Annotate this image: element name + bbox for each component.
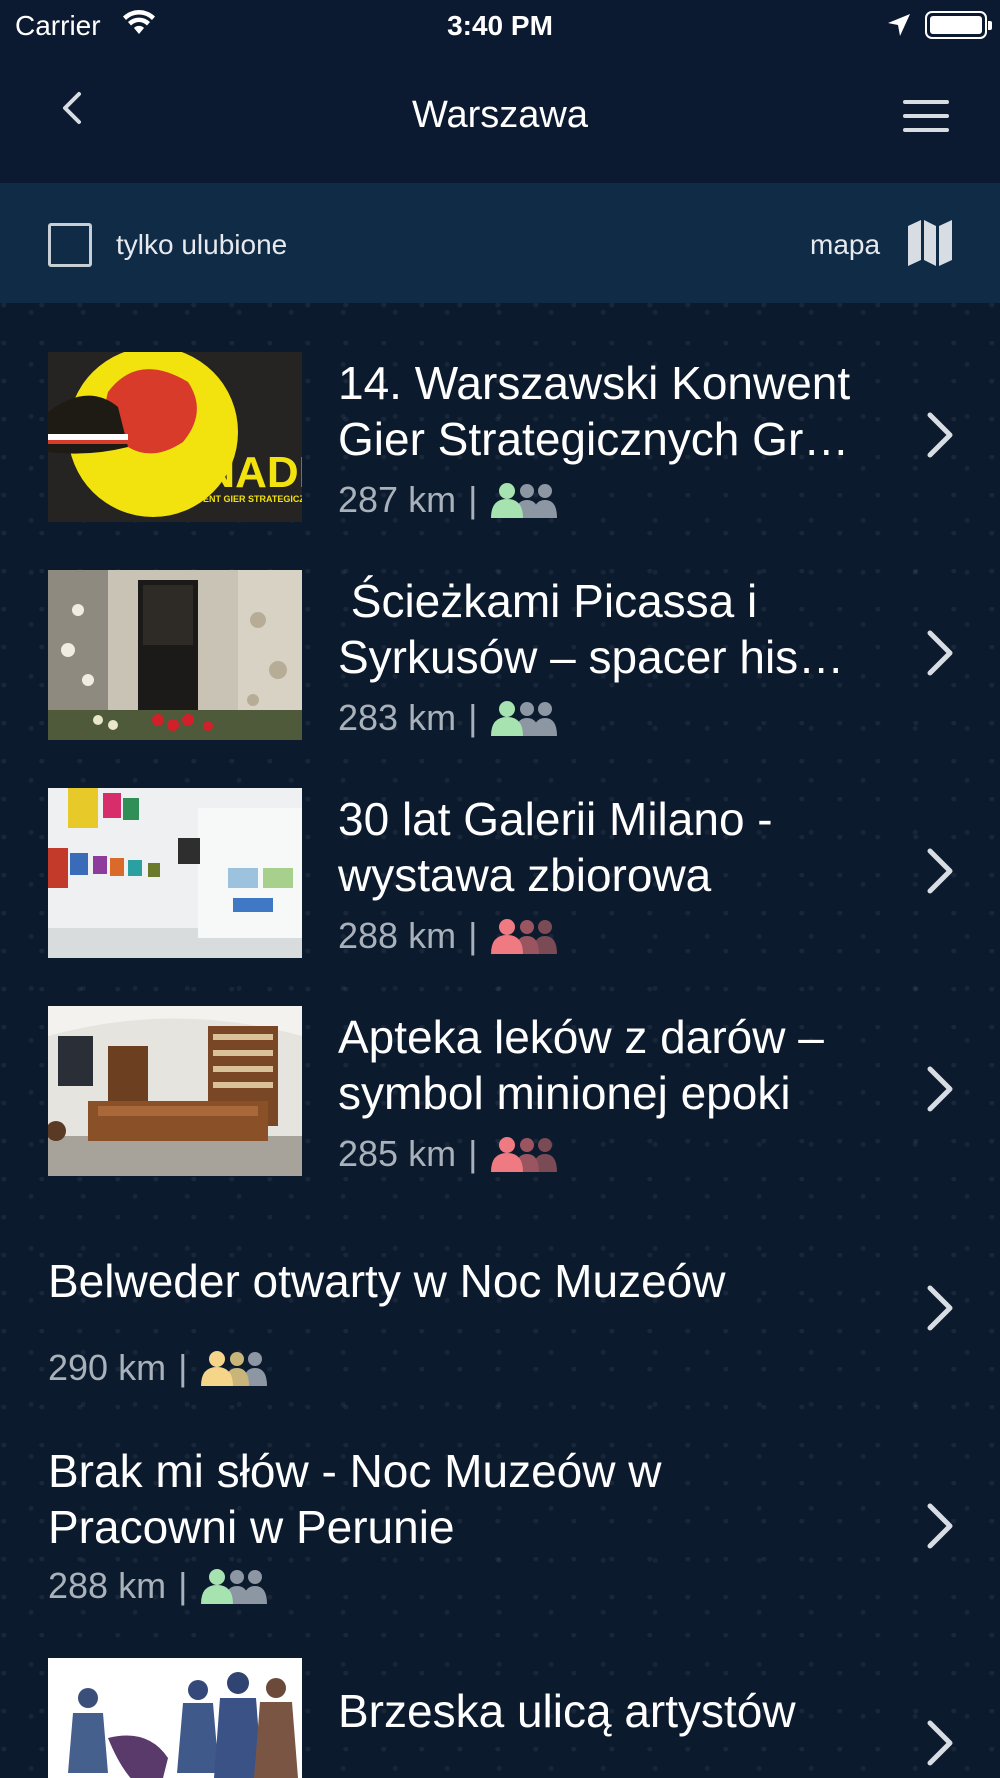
gallery-interior-photo: [48, 788, 302, 958]
event-meta: 283 km |: [338, 697, 565, 739]
grenadier-logo: GRENADIER WARSZAWSKI KONWENT GIER STRATE…: [48, 352, 302, 522]
event-title: Brak mi słów - Noc Muzeów w Pracowni w P…: [48, 1443, 908, 1555]
favorites-label[interactable]: tylko ulubione: [116, 229, 287, 261]
chevron-right-icon: [927, 1503, 953, 1549]
hamburger-menu-icon[interactable]: [903, 100, 949, 132]
list-item[interactable]: Brak mi słów - Noc Muzeów w Pracowni w P…: [0, 1393, 1000, 1608]
event-title-line1: 14. Warszawski Konwent: [338, 357, 851, 409]
page-title: Warszawa: [412, 94, 588, 136]
list-item[interactable]: Brzeska ulicą artystów: [0, 1611, 1000, 1778]
separator: |: [468, 915, 478, 956]
separator: |: [178, 1347, 188, 1388]
list-item[interactable]: Ścieżkami Picassa i Syrkusów – spacer hi…: [0, 521, 1000, 740]
chevron-right-icon: [927, 1720, 953, 1766]
pharmacy-interior-photo: [48, 1006, 302, 1176]
list-item[interactable]: Belweder otwarty w Noc Muzeów 290 km |: [0, 1175, 1000, 1390]
navigation-bar: Warszawa: [0, 50, 1000, 183]
event-title-line2: wystawa zbiorowa: [338, 849, 712, 901]
event-meta: 288 km |: [338, 915, 565, 957]
event-meta: 285 km |: [338, 1133, 565, 1175]
chevron-right-icon: [927, 1285, 953, 1331]
list-item[interactable]: Apteka leków z darów – symbol minionej e…: [0, 957, 1000, 1176]
event-title-line1: Brak mi słów - Noc Muzeów w: [48, 1445, 662, 1497]
sculptures-photo: [48, 1658, 302, 1778]
event-title-line1: Ścieżkami Picassa i: [338, 575, 758, 627]
audience-group-icon: [491, 919, 558, 954]
event-list: GRENADIER WARSZAWSKI KONWENT GIER STRATE…: [0, 303, 1000, 1778]
event-thumbnail: [48, 570, 302, 740]
logo-text: GRENADIER: [108, 448, 302, 497]
event-meta: 288 km |: [48, 1565, 275, 1607]
building-entrance-photo: [48, 570, 302, 740]
event-title-line1: Belweder otwarty w Noc Muzeów: [48, 1255, 726, 1307]
location-arrow-icon: [888, 14, 910, 36]
event-title: Ścieżkami Picassa i Syrkusów – spacer hi…: [338, 573, 898, 685]
event-meta: 290 km |: [48, 1347, 275, 1389]
clock: 3:40 PM: [447, 10, 553, 41]
event-title-line2: symbol minionej epoki: [338, 1067, 791, 1119]
audience-group-icon: [491, 483, 558, 518]
event-title: Apteka leków z darów – symbol minionej e…: [338, 1009, 898, 1121]
map-label[interactable]: mapa: [810, 229, 880, 261]
event-distance: 288 km: [338, 915, 457, 956]
separator: |: [468, 1133, 478, 1174]
chevron-right-icon: [927, 630, 953, 676]
event-meta: 287 km |: [338, 479, 565, 521]
chevron-right-icon: [927, 848, 953, 894]
filter-bar: tylko ulubione mapa: [0, 183, 1000, 303]
status-bar: Carrier 3:40 PM: [0, 0, 1000, 50]
separator: |: [178, 1565, 188, 1606]
battery-icon: [925, 11, 992, 39]
list-item[interactable]: 30 lat Galerii Milano - wystawa zbiorowa…: [0, 739, 1000, 958]
separator: |: [468, 697, 478, 738]
event-title: Belweder otwarty w Noc Muzeów: [48, 1253, 908, 1309]
chevron-right-icon: [927, 412, 953, 458]
event-title: 14. Warszawski Konwent Gier Strategiczny…: [338, 355, 898, 467]
event-title-line1: Brzeska ulicą artystów: [338, 1685, 796, 1737]
audience-group-icon: [201, 1569, 268, 1604]
audience-group-icon: [491, 701, 558, 736]
logo-subtext: WARSZAWSKI KONWENT GIER STRATEGICZNYCH: [110, 494, 302, 504]
event-title: 30 lat Galerii Milano - wystawa zbiorowa: [338, 791, 898, 903]
audience-group-icon: [491, 1137, 558, 1172]
event-thumbnail: [48, 788, 302, 958]
event-thumbnail: GRENADIER WARSZAWSKI KONWENT GIER STRATE…: [48, 352, 302, 522]
list-item[interactable]: GRENADIER WARSZAWSKI KONWENT GIER STRATE…: [0, 303, 1000, 522]
chevron-right-icon: [927, 1066, 953, 1112]
event-title-line2: Pracowni w Perunie: [48, 1501, 455, 1553]
separator: |: [468, 479, 478, 520]
event-distance: 290 km: [48, 1347, 167, 1388]
event-title-line2: Gier Strategicznych Gr…: [338, 413, 850, 465]
event-distance: 283 km: [338, 697, 457, 738]
event-thumbnail: [48, 1658, 302, 1778]
event-title-line1: Apteka leków z darów –: [338, 1011, 824, 1063]
event-title-line2: Syrkusów – spacer his…: [338, 631, 845, 683]
map-icon[interactable]: [906, 218, 954, 268]
event-distance: 288 km: [48, 1565, 167, 1606]
event-title-line1: 30 lat Galerii Milano -: [338, 793, 773, 845]
audience-group-icon: [201, 1351, 268, 1386]
event-thumbnail: [48, 1006, 302, 1176]
event-distance: 285 km: [338, 1133, 457, 1174]
event-distance: 287 km: [338, 479, 457, 520]
favorites-checkbox[interactable]: [48, 223, 92, 267]
event-title: Brzeska ulicą artystów: [338, 1683, 898, 1739]
